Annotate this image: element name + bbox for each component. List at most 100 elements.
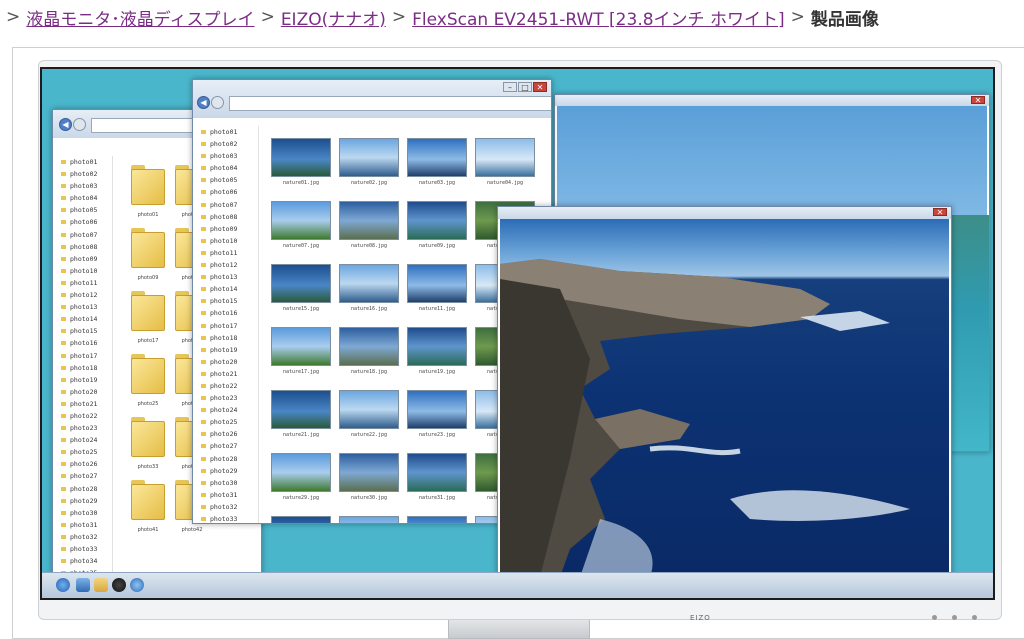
- folder-tree-item[interactable]: photo23: [193, 392, 258, 404]
- folder-tree-item[interactable]: photo13: [53, 301, 112, 313]
- thumbnail[interactable]: nature07.jpg: [271, 201, 331, 249]
- breadcrumb-link-product[interactable]: FlexScan EV2451-RWT [23.8インチ ホワイト]: [412, 5, 784, 30]
- folder-tree-item[interactable]: photo09: [53, 253, 112, 265]
- maximize-icon[interactable]: □: [518, 82, 532, 92]
- address-bar[interactable]: [229, 96, 551, 111]
- folder-tree-item[interactable]: photo06: [53, 216, 112, 228]
- folder-tree-item[interactable]: photo10: [53, 265, 112, 277]
- folder-tree-item[interactable]: photo24: [193, 404, 258, 416]
- folder-tree-item[interactable]: photo20: [193, 356, 258, 368]
- media-player-icon[interactable]: [112, 578, 126, 592]
- thumbnail[interactable]: nature19.jpg: [407, 327, 467, 375]
- close-icon[interactable]: ✕: [533, 82, 547, 92]
- folder-tree-item[interactable]: photo31: [193, 489, 258, 501]
- thumbnail[interactable]: nature03.jpg: [407, 138, 467, 186]
- folder-tree-item[interactable]: photo05: [193, 174, 258, 186]
- folder-tree-item[interactable]: photo18: [53, 362, 112, 374]
- folder-tree-item[interactable]: photo30: [193, 477, 258, 489]
- folder-tree-item[interactable]: photo19: [53, 374, 112, 386]
- folder-tree-item[interactable]: photo05: [53, 204, 112, 216]
- thumbnail[interactable]: nature23.jpg: [407, 390, 467, 438]
- browser-icon[interactable]: [130, 578, 144, 592]
- folder-tree-item[interactable]: photo11: [53, 277, 112, 289]
- folder-tree-item[interactable]: photo02: [193, 138, 258, 150]
- folder-tree-item[interactable]: photo17: [53, 350, 112, 362]
- folder-tree-item[interactable]: photo08: [53, 241, 112, 253]
- folder-tree-item[interactable]: photo29: [193, 465, 258, 477]
- folder-icon[interactable]: photo33: [131, 417, 165, 470]
- folder-tree-item[interactable]: photo03: [53, 180, 112, 192]
- folder-tree-item[interactable]: photo12: [193, 259, 258, 271]
- minimize-icon[interactable]: –: [503, 82, 517, 92]
- folder-icon[interactable]: photo17: [131, 291, 165, 344]
- folder-tree-item[interactable]: photo04: [53, 192, 112, 204]
- folder-tree-item[interactable]: photo21: [193, 368, 258, 380]
- folder-tree-item[interactable]: photo32: [193, 501, 258, 513]
- thumbnail[interactable]: nature01.jpg: [271, 138, 331, 186]
- thumbnail[interactable]: nature22.jpg: [339, 390, 399, 438]
- thumbnail[interactable]: nature18.jpg: [339, 327, 399, 375]
- folder-icon[interactable]: photo41: [131, 480, 165, 533]
- folder-tree-item[interactable]: photo01: [193, 126, 258, 138]
- folder-tree-item[interactable]: photo06: [193, 186, 258, 198]
- folder-tree-item[interactable]: photo33: [53, 543, 112, 555]
- folder-tree-item[interactable]: photo11: [193, 247, 258, 259]
- folder-icon[interactable]: [94, 578, 108, 592]
- start-button-icon[interactable]: [56, 578, 70, 592]
- folder-tree-item[interactable]: photo14: [53, 313, 112, 325]
- thumbnail[interactable]: nature11.jpg: [407, 264, 467, 312]
- folder-tree-item[interactable]: photo03: [193, 150, 258, 162]
- thumbnail[interactable]: nature02.jpg: [339, 138, 399, 186]
- folder-icon[interactable]: photo01: [131, 165, 165, 218]
- folder-tree-item[interactable]: photo21: [53, 398, 112, 410]
- folder-tree-item[interactable]: photo04: [193, 162, 258, 174]
- folder-tree-item[interactable]: photo25: [53, 446, 112, 458]
- folder-tree-item[interactable]: photo31: [53, 519, 112, 531]
- folder-tree-item[interactable]: photo28: [53, 483, 112, 495]
- folder-tree-item[interactable]: photo32: [53, 531, 112, 543]
- folder-tree-item[interactable]: photo28: [193, 453, 258, 465]
- folder-tree-item[interactable]: photo23: [53, 422, 112, 434]
- thumbnail[interactable]: nature30.jpg: [339, 453, 399, 501]
- folder-tree-item[interactable]: photo19: [193, 344, 258, 356]
- thumbnail[interactable]: nature37.jpg: [339, 516, 399, 523]
- folder-tree-item[interactable]: photo09: [193, 223, 258, 235]
- folder-tree-item[interactable]: photo33: [193, 513, 258, 523]
- folder-tree-item[interactable]: photo29: [53, 495, 112, 507]
- folder-tree-item[interactable]: photo12: [53, 289, 112, 301]
- thumbnail[interactable]: nature21.jpg: [271, 390, 331, 438]
- folder-tree-item[interactable]: photo17: [193, 320, 258, 332]
- folder-tree-item[interactable]: photo10: [193, 235, 258, 247]
- folder-tree-item[interactable]: photo27: [53, 470, 112, 482]
- thumbnail[interactable]: nature36.jpg: [271, 516, 331, 523]
- breadcrumb-link-lcd-monitors[interactable]: 液晶モニタ･液晶ディスプレイ: [26, 5, 254, 30]
- folder-tree-item[interactable]: photo25: [193, 416, 258, 428]
- taskbar-app-icon[interactable]: [76, 578, 90, 592]
- thumbnail[interactable]: nature16.jpg: [339, 264, 399, 312]
- folder-tree-item[interactable]: photo22: [53, 410, 112, 422]
- thumbnail[interactable]: nature04.jpg: [475, 138, 535, 186]
- thumbnail[interactable]: nature31.jpg: [407, 453, 467, 501]
- thumbnail[interactable]: nature38.jpg: [407, 516, 467, 523]
- close-icon[interactable]: ✕: [933, 208, 947, 217]
- back-icon[interactable]: ◀: [59, 118, 72, 131]
- folder-tree-item[interactable]: photo22: [193, 380, 258, 392]
- folder-tree-item[interactable]: photo15: [53, 325, 112, 337]
- folder-tree-item[interactable]: photo26: [193, 428, 258, 440]
- folder-tree-item[interactable]: photo30: [53, 507, 112, 519]
- folder-tree-item[interactable]: photo14: [193, 283, 258, 295]
- folder-tree-item[interactable]: photo20: [53, 386, 112, 398]
- back-icon[interactable]: ◀: [197, 96, 210, 109]
- folder-tree-item[interactable]: photo13: [193, 271, 258, 283]
- folder-tree-item[interactable]: photo34: [53, 555, 112, 567]
- folder-tree-item[interactable]: photo02: [53, 168, 112, 180]
- folder-tree-item[interactable]: photo01: [53, 156, 112, 168]
- folder-tree-item[interactable]: photo07: [53, 229, 112, 241]
- folder-icon[interactable]: photo09: [131, 228, 165, 281]
- forward-icon[interactable]: [73, 118, 86, 131]
- folder-tree-item[interactable]: photo26: [53, 458, 112, 470]
- thumbnail[interactable]: nature08.jpg: [339, 201, 399, 249]
- thumbnail[interactable]: nature17.jpg: [271, 327, 331, 375]
- folder-tree-item[interactable]: photo08: [193, 211, 258, 223]
- folder-icon[interactable]: photo25: [131, 354, 165, 407]
